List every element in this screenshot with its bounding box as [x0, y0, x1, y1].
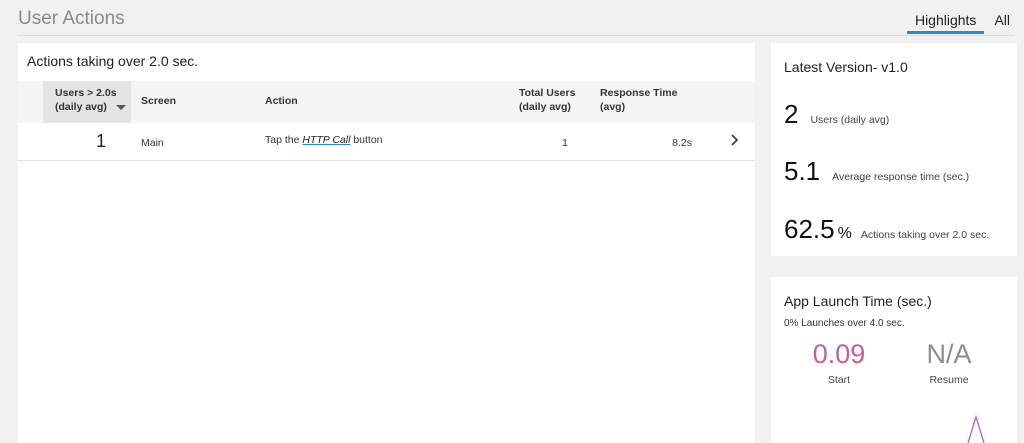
actions-card: Actions taking over 2.0 sec. Users > 2.0… [18, 43, 755, 443]
stat-slow-actions: 62.5 % Actions taking over 2.0 sec. [784, 214, 989, 245]
latest-version-card: Latest Version- v1.0 2 Users (daily avg)… [771, 43, 1017, 256]
column-header-response-time[interactable]: Response Time (avg) [600, 86, 690, 114]
cell-screen: Main [141, 137, 164, 149]
latest-version-title: Latest Version- v1.0 [784, 59, 908, 75]
tab-highlights[interactable]: Highlights [906, 12, 985, 34]
metric-resume-label: Resume [929, 374, 969, 386]
cell-total-users: 1 [562, 137, 568, 149]
metric-start: 0.09 Start [794, 339, 884, 386]
app-launch-card: App Launch Time (sec.) 0% Launches over … [771, 277, 1017, 443]
stat-response-time-value: 5.1 [784, 156, 821, 186]
metric-resume-value: N/A [926, 339, 972, 369]
stat-response-time: 5.1 Average response time (sec.) [784, 156, 969, 187]
cell-action: Tap the HTTP Call button [265, 134, 383, 146]
table-row[interactable]: 1 Main Tap the HTTP Call button 1 8.2s [18, 123, 755, 161]
metric-resume: N/A Resume [904, 339, 994, 386]
column-header-action[interactable]: Action [265, 94, 298, 108]
actions-card-heading: Actions taking over 2.0 sec. [27, 53, 199, 69]
stat-users: 2 Users (daily avg) [784, 99, 889, 130]
app-launch-subtitle: 0% Launches over 4.0 sec. [784, 318, 905, 329]
cell-users: 1 [96, 131, 107, 151]
stat-slow-actions-label: Actions taking over 2.0 sec. [860, 229, 990, 241]
cell-response-time: 8.2s [672, 137, 692, 149]
stat-slow-actions-value: 62.5 [784, 214, 835, 244]
stat-slow-actions-unit: % [837, 225, 852, 242]
caret-down-icon[interactable] [116, 105, 126, 110]
action-suffix: button [350, 134, 383, 146]
tab-all[interactable]: All [990, 12, 1014, 34]
column-header-total-users[interactable]: Total Users (daily avg) [519, 86, 589, 114]
launch-sparkline [967, 414, 985, 443]
view-tabs: Highlights All [906, 12, 1014, 34]
stat-users-value: 2 [784, 99, 799, 129]
table-header: Users > 2.0s (daily avg) Screen Action T… [18, 81, 755, 123]
stat-users-label: Users (daily avg) [810, 114, 890, 126]
page-title: User Actions [18, 8, 125, 29]
action-prefix: Tap the [265, 134, 303, 146]
stat-response-time-label: Average response time (sec.) [832, 171, 970, 183]
chevron-right-icon[interactable] [730, 133, 740, 151]
app-launch-title: App Launch Time (sec.) [784, 293, 932, 309]
header-divider [18, 35, 1014, 36]
action-link[interactable]: HTTP Call [302, 134, 350, 146]
column-header-screen[interactable]: Screen [141, 94, 176, 108]
column-header-users[interactable]: Users > 2.0s (daily avg) [55, 86, 125, 114]
metric-start-value: 0.09 [812, 339, 866, 369]
metric-start-label: Start [827, 374, 851, 386]
